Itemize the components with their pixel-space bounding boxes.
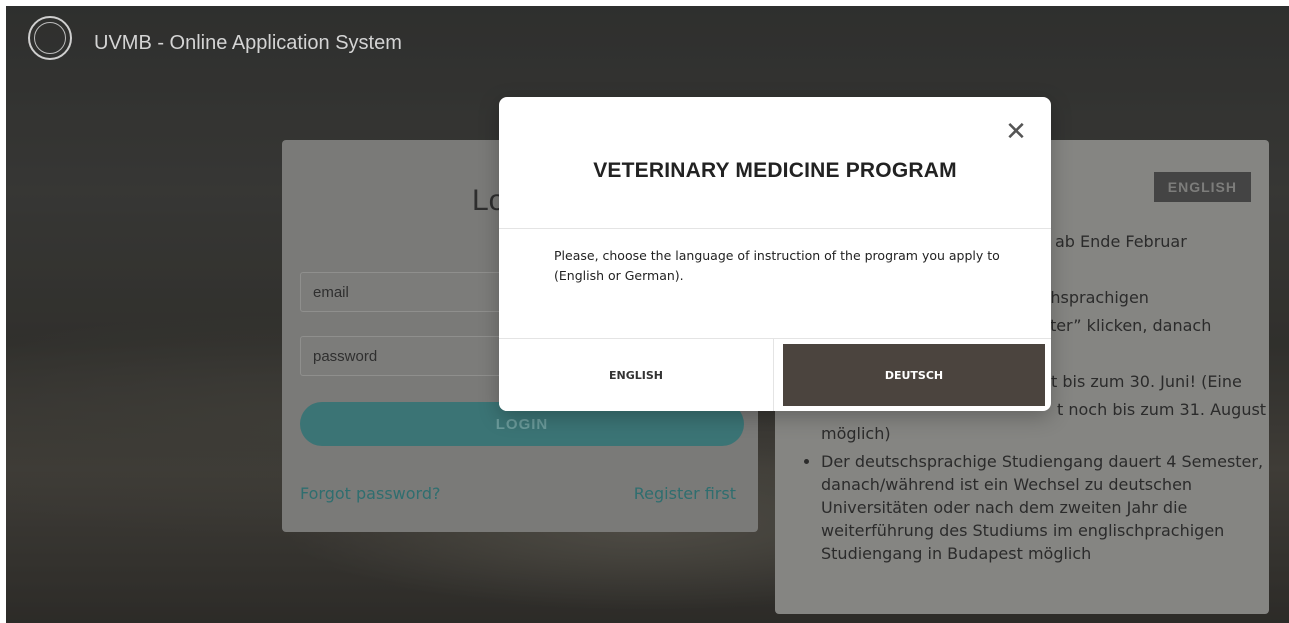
english-button[interactable]: ENGLISH <box>499 339 774 411</box>
top-bar: UVMB - Online Application System <box>6 6 1289 86</box>
divider <box>499 228 1051 229</box>
university-seal-icon <box>28 16 72 60</box>
info-list: Der deutschsprachige Studiengang dauert … <box>803 450 1281 565</box>
modal-title: VETERINARY MEDICINE PROGRAM <box>593 159 957 182</box>
modal-body-text: Please, choose the language of instructi… <box>554 248 1000 283</box>
language-badge[interactable]: ENGLISH <box>1153 172 1251 202</box>
info-line: t noch bis zum 31. August <box>1057 400 1267 419</box>
app-title: UVMB - Online Application System <box>94 32 402 54</box>
forgot-password-link[interactable]: Forgot password? <box>300 484 440 503</box>
language-modal: ✕ VETERINARY MEDICINE PROGRAM Please, ch… <box>499 97 1051 411</box>
info-line: möglich) <box>821 424 891 443</box>
info-line: t bis zum 30. Juni! (Eine <box>1051 372 1242 391</box>
info-line: ab Ende Februar <box>1055 232 1187 251</box>
close-icon[interactable]: ✕ <box>1005 119 1027 145</box>
deutsch-button[interactable]: DEUTSCH <box>783 344 1045 406</box>
info-line: gister” klicken, danach <box>1027 316 1212 335</box>
list-item: Der deutschsprachige Studiengang dauert … <box>821 450 1281 565</box>
register-link[interactable]: Register first <box>634 484 736 503</box>
